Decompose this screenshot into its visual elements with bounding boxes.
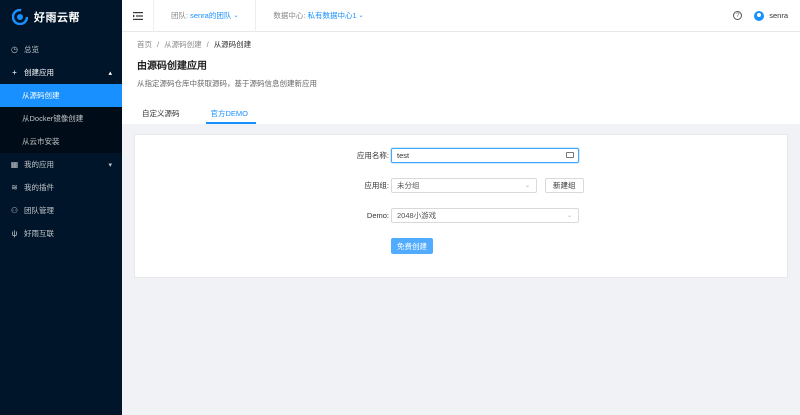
plugin-icon: ≋ <box>11 183 18 192</box>
sidebar-item-label: 创建应用 <box>24 68 54 77</box>
app-name-label: 应用名称: <box>356 151 389 160</box>
chevron-down-icon: ⌄ <box>524 183 530 189</box>
plus-icon: + <box>12 68 17 77</box>
tab-bar: 自定义源码 官方DEMO <box>137 104 274 124</box>
chevron-down-icon: ⌄ <box>358 13 364 19</box>
menu-fold-icon <box>132 11 143 20</box>
app-group-value: 未分组 <box>397 181 420 190</box>
sidebar-item-overview[interactable]: ◷ 总览 <box>0 38 122 61</box>
demo-label: Demo: <box>366 211 389 220</box>
app-name-row: 应用名称: test <box>345 148 579 163</box>
sidebar-item-label: 我的应用 <box>24 160 54 169</box>
chevron-down-icon: ⌄ <box>233 13 239 19</box>
chevron-up-icon: ▴ <box>108 70 112 77</box>
sidebar: 好雨云帮 ◷ 总览 + 创建应用 ▴ 从源码创建 从Docker镜像创建 从云市… <box>0 0 122 415</box>
page-title: 由源码创建应用 <box>137 61 207 72</box>
sidebar-menu: ◷ 总览 + 创建应用 ▴ 从源码创建 从Docker镜像创建 从云市安装 ▦ … <box>0 34 122 245</box>
create-app-submenu: 从源码创建 从Docker镜像创建 从云市安装 <box>0 84 122 153</box>
help-icon[interactable]: ? <box>733 11 743 20</box>
new-group-button[interactable]: 新建组 <box>545 178 584 193</box>
team-value: senra的团队 <box>190 11 232 20</box>
breadcrumb-home[interactable]: 首页 <box>137 40 152 49</box>
page-header: 首页 / 从源码创建 / 从源码创建 由源码创建应用 从指定源码仓库中获取源码，基于源码… <box>122 32 800 124</box>
demo-value: 2048小游戏 <box>397 211 437 220</box>
header-right: ? senra <box>733 10 800 21</box>
sidebar-item-label: 从Docker镜像创建 <box>22 114 84 123</box>
top-header: 团队: senra的团队 ⌄ 数据中心: 私有数据中心1 ⌄ ? senra <box>122 0 800 32</box>
app-name-input[interactable]: test <box>391 148 579 163</box>
keyboard-icon <box>566 152 574 158</box>
team-label: 团队: <box>171 11 189 20</box>
sidebar-item-from-market[interactable]: 从云市安装 <box>0 130 122 153</box>
sidebar-item-my-plugins[interactable]: ≋ 我的插件 <box>0 176 122 199</box>
apps-icon: ▦ <box>10 160 19 169</box>
logo[interactable]: 好雨云帮 <box>0 0 122 34</box>
team-selector[interactable]: 团队: senra的团队 ⌄ <box>154 0 257 32</box>
sidebar-item-my-apps[interactable]: ▦ 我的应用 ▾ <box>0 153 122 176</box>
app-name: 好雨云帮 <box>34 12 80 24</box>
breadcrumb-separator: / <box>206 40 209 49</box>
sidebar-item-team[interactable]: ⚇ 团队管理 <box>0 199 122 222</box>
app-group-row: 应用组: 未分组 ⌄ 新建组 <box>345 178 584 193</box>
breadcrumb-item[interactable]: 从源码创建 <box>164 40 202 49</box>
free-create-button[interactable]: 免费创建 <box>391 238 433 254</box>
chevron-down-icon: ⌄ <box>566 213 572 219</box>
datacenter-label: 数据中心: <box>273 11 306 20</box>
sidebar-item-connect[interactable]: ψ 好雨互联 <box>0 222 122 245</box>
breadcrumb-current: 从源码创建 <box>213 40 252 49</box>
username[interactable]: senra <box>769 11 788 20</box>
team-icon: ⚇ <box>10 206 19 215</box>
app-name-value: test <box>397 151 410 160</box>
sidebar-item-from-source[interactable]: 从源码创建 <box>0 84 122 107</box>
connect-icon: ψ <box>11 229 18 238</box>
menu-toggle-button[interactable] <box>122 0 154 32</box>
sidebar-item-label: 从源码创建 <box>22 91 60 100</box>
sidebar-item-label: 总览 <box>24 45 39 54</box>
sidebar-item-create-app[interactable]: + 创建应用 ▴ <box>0 61 122 84</box>
avatar[interactable] <box>754 10 765 21</box>
logo-icon <box>12 9 28 25</box>
demo-row: Demo: 2048小游戏 ⌄ <box>345 208 579 223</box>
datacenter-value: 私有数据中心1 <box>307 11 357 20</box>
breadcrumb-separator: / <box>157 40 160 49</box>
sidebar-item-label: 从云市安装 <box>22 137 60 146</box>
tab-official-demo[interactable]: 官方DEMO <box>205 104 257 124</box>
demo-select[interactable]: 2048小游戏 ⌄ <box>391 208 579 223</box>
chevron-down-icon: ▾ <box>108 162 112 169</box>
tab-custom-source[interactable]: 自定义源码 <box>137 104 188 124</box>
sidebar-item-label: 好雨互联 <box>24 229 54 238</box>
create-form-card: 应用名称: test 应用组: 未分组 ⌄ 新建组 Demo: 2048小游戏 … <box>134 134 788 278</box>
datacenter-selector[interactable]: 数据中心: 私有数据中心1 ⌄ <box>256 0 380 32</box>
page-description: 从指定源码仓库中获取源码，基于源码信息创建新应用 <box>137 79 317 88</box>
sidebar-item-label: 团队管理 <box>24 206 54 215</box>
dashboard-icon: ◷ <box>11 45 18 54</box>
sidebar-item-label: 我的插件 <box>24 183 54 192</box>
app-group-select[interactable]: 未分组 ⌄ <box>391 178 537 193</box>
app-group-label: 应用组: <box>364 181 389 190</box>
breadcrumb: 首页 / 从源码创建 / 从源码创建 <box>137 39 251 50</box>
sidebar-item-from-docker[interactable]: 从Docker镜像创建 <box>0 107 122 130</box>
